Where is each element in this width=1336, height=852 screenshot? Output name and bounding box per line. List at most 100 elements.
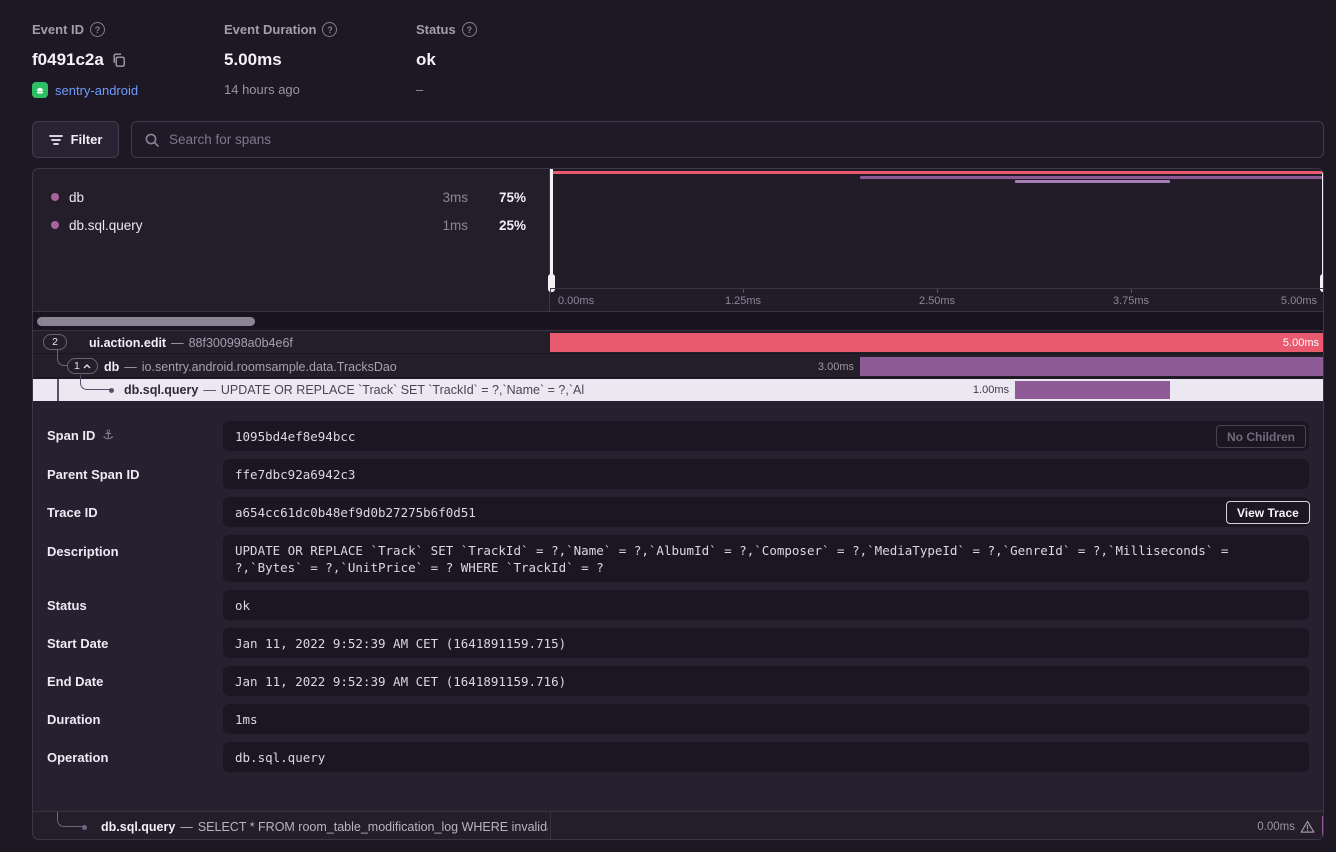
- view-trace-button[interactable]: View Trace: [1226, 501, 1310, 524]
- span-description: SELECT * FROM room_table_modification_lo…: [198, 820, 548, 834]
- tree-guide-line: [57, 379, 59, 401]
- child-count-badge[interactable]: 1: [67, 358, 98, 374]
- tree-leaf-dot: [82, 825, 87, 830]
- span-description: UPDATE OR REPLACE `Track` SET `TrackId` …: [221, 383, 584, 397]
- event-id-block: Event ID ? f0491c2a sentry-android: [32, 22, 138, 98]
- detail-label-description: Description: [47, 544, 119, 559]
- span-bar-duration: 1.00ms: [909, 379, 1009, 401]
- span-op: db.sql.query: [101, 820, 175, 834]
- tree-connector: [80, 375, 110, 390]
- op-percent: 75%: [478, 190, 526, 205]
- op-name: db.sql.query: [69, 218, 143, 233]
- search-icon: [144, 132, 160, 148]
- detail-label-parent-span-id: Parent Span ID: [47, 467, 139, 482]
- zero-duration-span-marker[interactable]: [1322, 816, 1324, 838]
- span-bar-duration: 0.00ms: [1257, 821, 1295, 833]
- span-bar-duration: 3.00ms: [754, 355, 854, 378]
- warning-icon[interactable]: [1300, 820, 1315, 834]
- help-icon[interactable]: ?: [322, 22, 337, 37]
- filter-button[interactable]: Filter: [32, 121, 119, 158]
- filter-icon: [49, 134, 63, 146]
- status-value: ok: [416, 50, 436, 70]
- separator: —: [180, 820, 193, 834]
- span-detail-page: Event ID ? f0491c2a sentry-android: [0, 0, 1336, 852]
- minimap-span-ui-action-edit: [550, 171, 1324, 174]
- tree-connector: [57, 812, 83, 827]
- span-bar-db[interactable]: [860, 357, 1324, 376]
- event-duration-value: 5.00ms: [224, 50, 282, 70]
- column-divider: [550, 812, 551, 840]
- detail-value-status: ok: [223, 590, 1309, 620]
- separator: —: [203, 383, 216, 397]
- tree-leaf-dot: [109, 388, 114, 393]
- event-duration-label: Event Duration: [224, 22, 316, 37]
- event-duration-block: Event Duration ? 5.00ms 14 hours ago: [224, 22, 337, 97]
- span-row-ui-action-edit[interactable]: 2 ui.action.edit — 88f300998a0b4e6f 5.00…: [33, 331, 1324, 354]
- span-row-db-sql-query-footer[interactable]: db.sql.query — SELECT * FROM room_table_…: [33, 811, 1324, 840]
- anchor-icon[interactable]: ⚓: [102, 428, 114, 443]
- op-duration: 1ms: [422, 218, 468, 233]
- op-color-dot: [51, 221, 59, 229]
- span-op: db.sql.query: [124, 383, 198, 397]
- event-id-label: Event ID: [32, 22, 84, 37]
- detail-value-span-id: 1095bd4ef8e94bcc: [223, 421, 1309, 451]
- filter-button-label: Filter: [71, 132, 103, 147]
- child-count-badge[interactable]: 2: [43, 334, 67, 350]
- operation-breakdown: db 3ms 75% db.sql.query 1ms 25%: [33, 169, 550, 311]
- horizontal-scrollbar: [33, 311, 1324, 331]
- copy-icon[interactable]: [111, 52, 127, 68]
- axis-tick: 5.00ms: [1281, 295, 1317, 307]
- span-op: db: [104, 360, 119, 374]
- axis-tick: 3.75ms: [1113, 295, 1149, 307]
- detail-label-start-date: Start Date: [47, 636, 108, 651]
- detail-label-end-date: End Date: [47, 674, 103, 689]
- axis-tick: 2.50ms: [919, 295, 955, 307]
- help-icon[interactable]: ?: [462, 22, 477, 37]
- search-input[interactable]: [169, 132, 1311, 147]
- status-label: Status: [416, 22, 456, 37]
- span-row-db[interactable]: 1 db — io.sentry.android.roomsample.data…: [33, 355, 1324, 378]
- trace-panel: db 3ms 75% db.sql.query 1ms 25%: [32, 168, 1324, 840]
- detail-value-operation: db.sql.query: [223, 742, 1309, 772]
- minimap-right-handle[interactable]: [1322, 169, 1324, 288]
- detail-value-duration: 1ms: [223, 704, 1309, 734]
- detail-label-trace-id: Trace ID: [47, 505, 98, 520]
- minimap-left-handle[interactable]: [550, 169, 553, 288]
- span-bar-duration: 5.00ms: [1263, 331, 1319, 354]
- op-duration: 3ms: [422, 190, 468, 205]
- horizontal-scrollbar-thumb[interactable]: [37, 317, 255, 326]
- android-platform-icon: [32, 82, 48, 98]
- trace-minimap[interactable]: [550, 169, 1324, 288]
- span-row-db-sql-query-selected[interactable]: db.sql.query — UPDATE OR REPLACE `Track`…: [33, 379, 1324, 401]
- op-percent: 25%: [478, 218, 526, 233]
- tree-connector: [57, 350, 67, 366]
- help-icon[interactable]: ?: [90, 22, 105, 37]
- span-description: io.sentry.android.roomsample.data.Tracks…: [142, 360, 397, 374]
- span-search: [131, 121, 1324, 158]
- axis-tick: 1.25ms: [725, 295, 761, 307]
- chevron-up-icon: [83, 364, 91, 369]
- op-name: db: [69, 190, 84, 205]
- time-axis: 0.00ms 1.25ms 2.50ms 3.75ms 5.00ms: [550, 288, 1324, 311]
- detail-value-trace-id: a654cc61dc0b48ef9d0b27275b6f0d51: [223, 497, 1309, 527]
- detail-label-operation: Operation: [47, 750, 108, 765]
- minimap-span-db: [860, 176, 1324, 179]
- op-color-dot: [51, 193, 59, 201]
- no-children-button[interactable]: No Children: [1216, 425, 1306, 448]
- detail-label-span-id: Span ID ⚓: [47, 428, 114, 443]
- minimap-span-db-sql-query: [1015, 180, 1170, 183]
- detail-label-status: Status: [47, 598, 87, 613]
- separator: —: [171, 336, 184, 350]
- detail-label-duration: Duration: [47, 712, 100, 727]
- breakdown-row-db[interactable]: db 3ms 75%: [33, 185, 550, 209]
- span-op: ui.action.edit: [89, 336, 166, 350]
- status-block: Status ? ok –: [416, 22, 477, 97]
- span-bar-db-sql-query[interactable]: [1015, 381, 1170, 399]
- span-bar-ui-action-edit[interactable]: [550, 333, 1324, 352]
- detail-value-description: UPDATE OR REPLACE `Track` SET `TrackId` …: [223, 535, 1309, 582]
- breakdown-row-db-sql-query[interactable]: db.sql.query 1ms 25%: [33, 213, 550, 237]
- event-age: 14 hours ago: [224, 82, 300, 97]
- project-link[interactable]: sentry-android: [55, 83, 138, 98]
- detail-value-start-date: Jan 11, 2022 9:52:39 AM CET (1641891159.…: [223, 628, 1309, 658]
- event-id-label-row: Event ID ?: [32, 22, 138, 37]
